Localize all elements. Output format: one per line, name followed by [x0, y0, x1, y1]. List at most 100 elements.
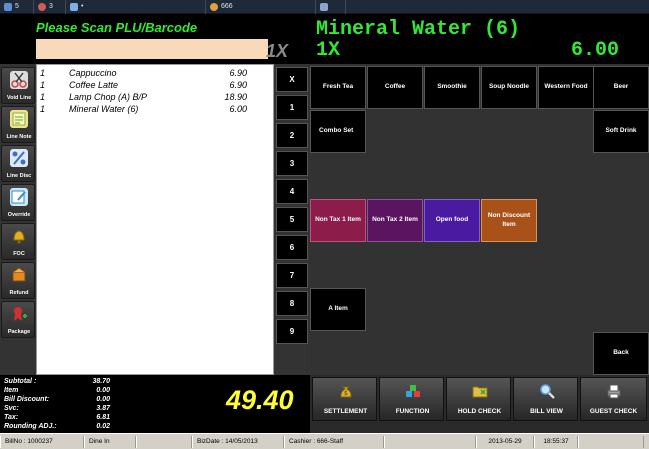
status-blank-2	[384, 435, 476, 448]
action-label: GUEST CHECK	[589, 408, 638, 415]
category-fresh-tea[interactable]: Fresh Tea	[310, 66, 366, 109]
open-food-button[interactable]: Open food	[424, 199, 480, 242]
order-line[interactable]: 1 Cappuccino 6.90	[37, 68, 275, 79]
tax-row: Tax: 6.81	[4, 414, 110, 423]
tool-label: FOC	[13, 251, 25, 257]
pos-window: 5 3 • 666 Please Scan PLU/Barcode 1X Min…	[0, 0, 649, 449]
void-line-button[interactable]: Void Line	[1, 67, 35, 104]
hold-check-button[interactable]: HOLD CHECK	[446, 377, 511, 421]
line-note-button[interactable]: Line Note	[1, 106, 35, 143]
current-date: 2013-05-29	[476, 435, 534, 448]
settlement-button[interactable]: $ SETTLEMENT	[312, 377, 377, 421]
bill-number: BillNo : 1000237	[0, 435, 84, 448]
grand-total: 49.40	[226, 385, 294, 415]
numpad-key-1[interactable]: 1	[276, 95, 308, 120]
rounding-row: Rounding ADJ.: 0.02	[4, 423, 110, 432]
numpad-key-3[interactable]: 3	[276, 151, 308, 176]
numpad-key-5[interactable]: 5	[276, 207, 308, 232]
magnifier-icon	[539, 383, 555, 399]
topbar-item-guests[interactable]: 3	[34, 0, 66, 14]
subtotal-row: Subtotal : 38.70	[4, 378, 110, 387]
numpad-key-6[interactable]: 6	[276, 235, 308, 260]
line-tools: Void Line Line Note Line Disc Override F…	[0, 64, 36, 364]
category-beer[interactable]: Beer	[593, 66, 649, 109]
bell-icon	[10, 227, 28, 245]
category-coffee[interactable]: Coffee	[367, 66, 423, 109]
topbar-label: 666	[221, 3, 233, 10]
numpad-key-7[interactable]: 7	[276, 263, 308, 288]
function-button[interactable]: FUNCTION	[379, 377, 444, 421]
refund-button[interactable]: Refund	[1, 262, 35, 299]
status-blank	[136, 435, 192, 448]
total-value: 0.00	[96, 387, 110, 394]
action-label: SETTLEMENT	[323, 408, 368, 415]
package-button[interactable]: Package	[1, 301, 35, 338]
total-label: Rounding ADJ.:	[4, 423, 57, 430]
quantity-multiplier: 1X	[266, 41, 289, 61]
barcode-input[interactable]	[36, 39, 268, 59]
numpad-key-4[interactable]: 4	[276, 179, 308, 204]
total-value: 3.87	[96, 405, 110, 412]
foc-button[interactable]: FOC	[1, 223, 35, 260]
product-grid: Fresh Tea Coffee Smoothie Soup Noodle We…	[310, 64, 649, 375]
total-label: Svc:	[4, 405, 19, 412]
topbar-label: 3	[49, 3, 53, 10]
monitor-icon	[4, 2, 12, 11]
order-line-qty: 1	[40, 104, 46, 114]
total-label: Subtotal :	[4, 378, 37, 385]
order-line-name: Cappuccino	[69, 68, 117, 78]
tool-label: Line Note	[6, 134, 32, 140]
total-label: Bill Discount:	[4, 396, 50, 403]
bill-view-button[interactable]: BILL VIEW	[513, 377, 578, 421]
display-amount: 6.00	[570, 39, 619, 62]
numpad-key-9[interactable]: 9	[276, 319, 308, 344]
edit-icon	[10, 188, 28, 206]
action-label: HOLD CHECK	[457, 408, 502, 415]
category-smoothie[interactable]: Smoothie	[424, 66, 480, 109]
action-label: BILL VIEW	[530, 408, 563, 415]
order-line[interactable]: 1 Coffee Latte 6.90	[37, 80, 275, 91]
topbar-item-terminal[interactable]: 5	[0, 0, 34, 14]
line-discount-button[interactable]: Line Disc	[1, 145, 35, 182]
order-list[interactable]: 1 Cappuccino 6.90 1 Coffee Latte 6.90 1 …	[36, 64, 274, 375]
category-combo-set[interactable]: Combo Set	[310, 110, 366, 153]
window-icon	[70, 2, 78, 11]
non-tax-2-item-button[interactable]: Non Tax 2 Item	[367, 199, 423, 242]
user-icon	[210, 2, 218, 11]
current-time: 18:55:37	[534, 435, 578, 448]
percent-icon	[10, 149, 28, 167]
tool-label: Package	[7, 329, 31, 335]
top-status-strip: 5 3 • 666	[0, 0, 649, 14]
topbar-item-network[interactable]	[316, 0, 346, 14]
order-line[interactable]: 1 Lamp Chop (A) B/P 18.90	[37, 92, 275, 103]
total-label: Tax:	[4, 414, 19, 421]
guest-check-button[interactable]: GUEST CHECK	[580, 377, 647, 421]
action-bar: $ SETTLEMENT FUNCTION HOLD CHECK BILL VI…	[310, 375, 649, 433]
topbar-item-user[interactable]: 666	[206, 0, 316, 14]
category-soup-noodle[interactable]: Soup Noodle	[481, 66, 537, 109]
override-button[interactable]: Override	[1, 184, 35, 221]
tool-label: Refund	[9, 290, 29, 296]
non-tax-1-item-button[interactable]: Non Tax 1 Item	[310, 199, 366, 242]
cashier: Cashier : 666-Staff	[284, 435, 384, 448]
item-row: Item 0.00	[4, 387, 110, 396]
order-line-price: 6.90	[229, 80, 247, 90]
money-bag-icon: $	[338, 383, 354, 399]
topbar-label: 5	[15, 3, 19, 10]
back-button[interactable]: Back	[593, 332, 649, 375]
folder-icon	[472, 383, 488, 399]
numpad-key-x[interactable]: X	[276, 67, 308, 92]
numpad-key-8[interactable]: 8	[276, 291, 308, 316]
numpad-key-2[interactable]: 2	[276, 123, 308, 148]
a-item-button[interactable]: A Item	[310, 288, 366, 331]
order-line-qty: 1	[40, 68, 46, 78]
scan-prompt: Please Scan PLU/Barcode	[36, 20, 198, 35]
category-soft-drink[interactable]: Soft Drink	[593, 110, 649, 153]
order-line-name: Lamp Chop (A) B/P	[69, 92, 148, 102]
total-value: 0.02	[96, 423, 110, 430]
category-western-food[interactable]: Western Food	[538, 66, 594, 109]
order-line[interactable]: 1 Mineral Water (6) 6.00	[37, 104, 275, 115]
non-discount-item-button[interactable]: Non Discount Item	[481, 199, 537, 242]
totals-panel: Subtotal : 38.70 Item 0.00 Bill Discount…	[0, 375, 310, 433]
topbar-item-window[interactable]: •	[66, 0, 206, 14]
